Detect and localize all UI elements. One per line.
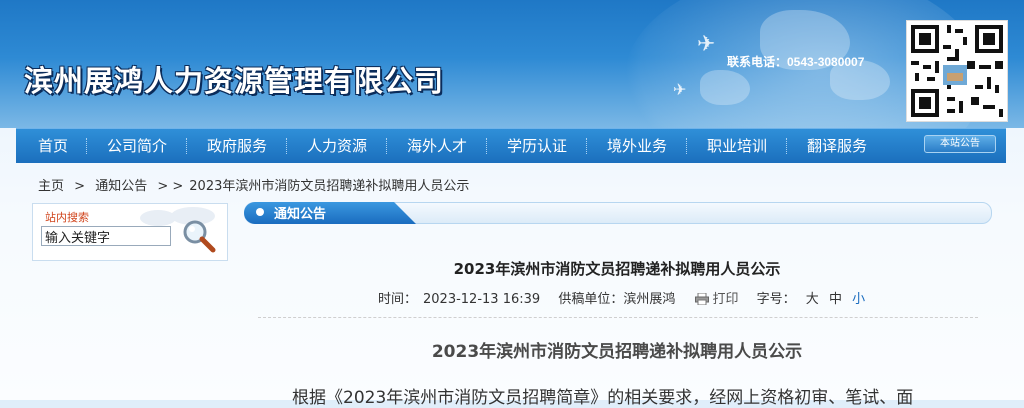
breadcrumb-current: 2023年滨州市消防文员招聘递补拟聘用人员公示 bbox=[189, 179, 470, 194]
header-banner: ✈ ✈ 滨州展鸿人力资源管理有限公司 联系电话：0543-3080007 bbox=[0, 0, 1024, 128]
nav-item-government[interactable]: 政府服务 bbox=[207, 129, 267, 163]
search-title: 站内搜索 bbox=[45, 211, 89, 224]
nav-divider bbox=[686, 138, 687, 154]
nav-divider bbox=[86, 138, 87, 154]
main-nav: 首页 公司简介 政府服务 人力资源 海外人才 学历认证 境外业务 职业培训 翻译… bbox=[16, 128, 1006, 163]
font-size-large[interactable]: 大 bbox=[806, 288, 819, 307]
nav-item-translation[interactable]: 翻译服务 bbox=[807, 129, 867, 163]
source-value: 滨州展鸿 bbox=[623, 292, 676, 307]
nav-divider bbox=[186, 138, 187, 154]
site-notice-button[interactable]: 本站公告 bbox=[924, 135, 996, 153]
nav-item-hr[interactable]: 人力资源 bbox=[307, 129, 367, 163]
printer-icon bbox=[695, 293, 710, 305]
section-title: 通知公告 bbox=[274, 207, 327, 222]
font-size-label: 字号： bbox=[756, 292, 796, 307]
search-button[interactable] bbox=[181, 218, 217, 254]
section-tab bbox=[244, 202, 416, 224]
nav-item-overseas-business[interactable]: 境外业务 bbox=[607, 129, 667, 163]
bullet-icon bbox=[256, 208, 264, 216]
site-search-panel: 站内搜索 bbox=[32, 203, 228, 261]
time-label: 时间： bbox=[378, 292, 418, 307]
time-value: 2023-12-13 16:39 bbox=[423, 292, 541, 307]
nav-item-training[interactable]: 职业培训 bbox=[707, 129, 767, 163]
nav-item-degree-cert[interactable]: 学历认证 bbox=[507, 129, 567, 163]
site-name[interactable]: 滨州展鸿人力资源管理有限公司 bbox=[24, 58, 444, 100]
nav-divider bbox=[286, 138, 287, 154]
breadcrumb-separator: > > bbox=[157, 179, 184, 194]
print-label: 打印 bbox=[712, 292, 739, 307]
article-body-title: 2023年滨州市消防文员招聘递补拟聘用人员公示 bbox=[431, 342, 803, 362]
breadcrumb: 主页 > 通知公告 > > 2023年滨州市消防文员招聘递补拟聘用人员公示 bbox=[38, 175, 469, 194]
qr-code bbox=[906, 20, 1008, 122]
breadcrumb-home[interactable]: 主页 bbox=[38, 179, 64, 194]
source-label: 供稿单位： bbox=[558, 292, 624, 307]
nav-item-home[interactable]: 首页 bbox=[38, 129, 68, 163]
breadcrumb-section[interactable]: 通知公告 bbox=[95, 179, 147, 194]
print-link[interactable]: 打印 bbox=[695, 288, 739, 307]
contact-phone: 联系电话：0543-3080007 bbox=[727, 55, 865, 69]
nav-item-overseas-talent[interactable]: 海外人才 bbox=[407, 129, 467, 163]
article-meta: 时间： 2023-12-13 16:39 供稿单位：滨州展鸿 打印 字号： 大 中… bbox=[378, 288, 865, 307]
breadcrumb-separator: > bbox=[74, 179, 86, 194]
font-size-medium[interactable]: 中 bbox=[829, 288, 842, 307]
magnifier-icon bbox=[183, 220, 216, 253]
nav-divider bbox=[586, 138, 587, 154]
bird-icon: ✈ bbox=[673, 80, 687, 99]
nav-divider bbox=[786, 138, 787, 154]
divider bbox=[258, 317, 978, 318]
article-title: 2023年滨州市消防文员招聘递补拟聘用人员公示 bbox=[453, 260, 781, 278]
nav-item-about[interactable]: 公司简介 bbox=[107, 129, 167, 163]
article-body-text: 根据《2023年滨州市消防文员招聘简章》的相关要求，经网上资格初审、笔试、面 bbox=[292, 388, 914, 408]
search-input[interactable] bbox=[41, 226, 171, 246]
bird-icon: ✈ bbox=[697, 32, 716, 57]
nav-divider bbox=[386, 138, 387, 154]
nav-divider bbox=[486, 138, 487, 154]
font-size-small[interactable]: 小 bbox=[852, 288, 865, 307]
map-graphic bbox=[700, 70, 750, 105]
